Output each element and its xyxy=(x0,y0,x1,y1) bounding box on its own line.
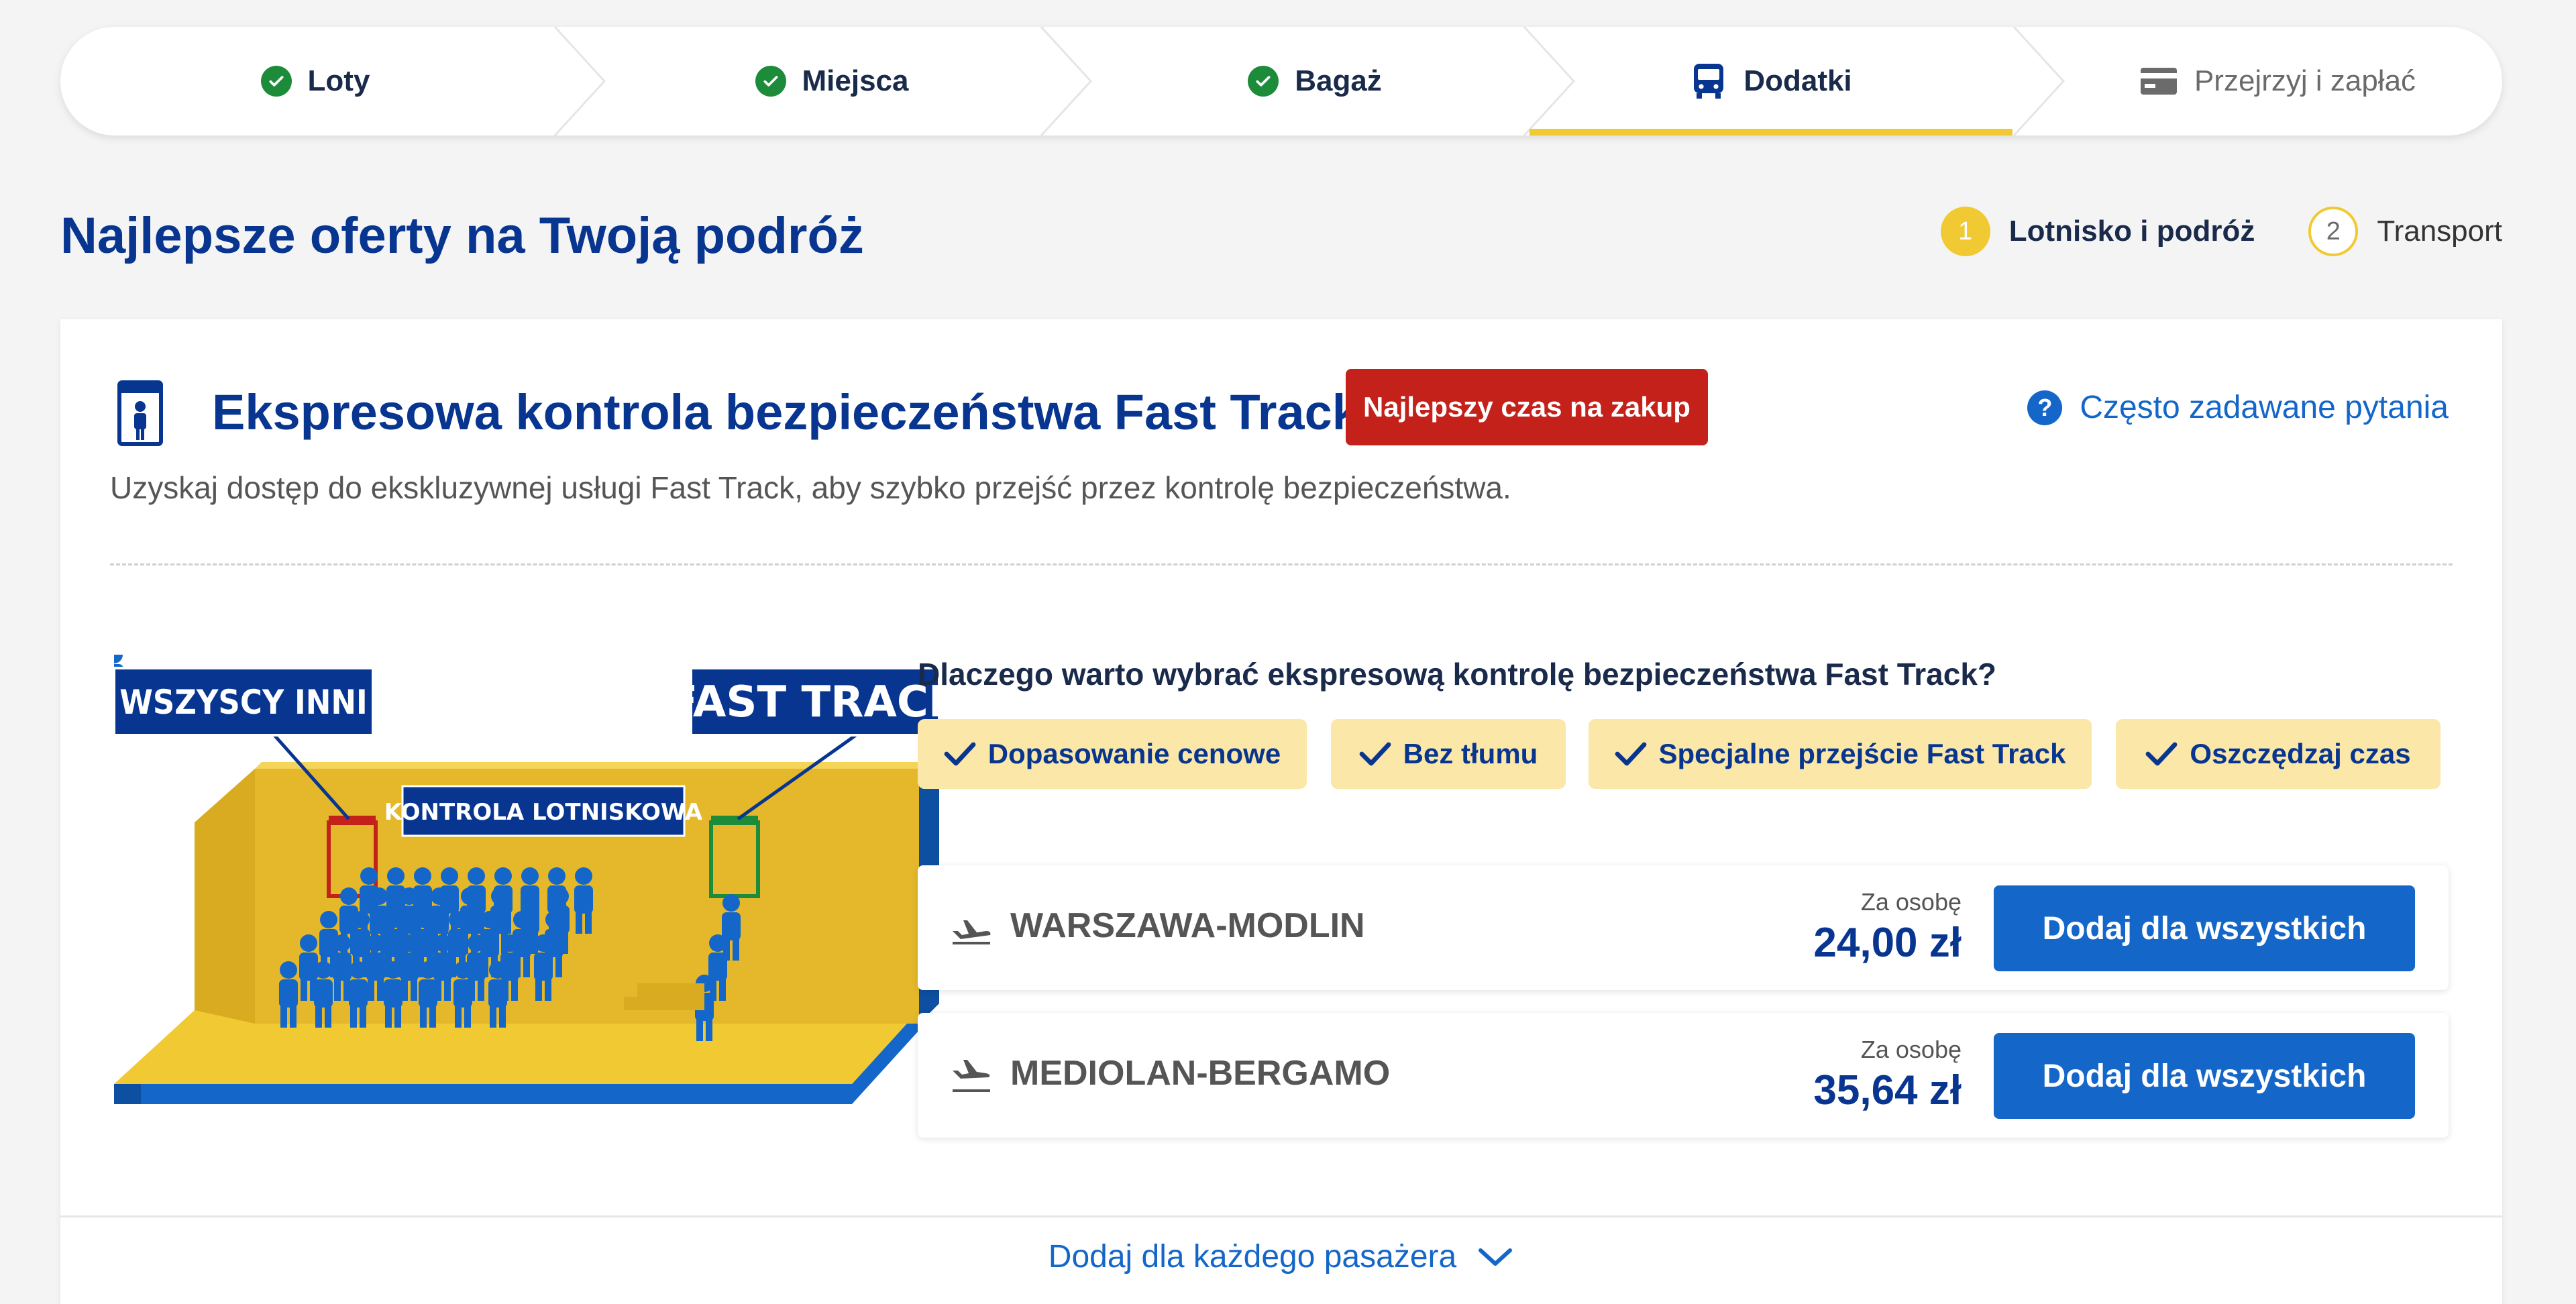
benefit-chip: Dopasowanie cenowe xyxy=(918,719,1307,789)
step-label: Dodatki xyxy=(1743,64,1852,97)
chevron-down-icon xyxy=(1479,1248,1513,1266)
step-loty[interactable]: Loty xyxy=(60,27,570,135)
bus-icon xyxy=(1694,64,1724,99)
substep-number: 1 xyxy=(1940,207,1990,256)
checkmark-icon xyxy=(1615,742,1646,766)
question-icon: ? xyxy=(2027,390,2063,425)
benefit-label: Specjalne przejście Fast Track xyxy=(1658,738,2066,769)
check-circle-icon xyxy=(1248,66,1279,97)
security-gate-icon xyxy=(117,380,163,446)
step-miejsca[interactable]: Miejsca xyxy=(597,27,1067,135)
step-label: Bagaż xyxy=(1295,64,1382,97)
substep-label: Transport xyxy=(2377,215,2502,248)
card-description: Uzyskaj dostęp do ekskluzywnej usługi Fa… xyxy=(110,470,1511,505)
add-per-passenger-toggle[interactable]: Dodaj dla każdego pasażera xyxy=(60,1238,2502,1275)
benefit-chip: Oszczędzaj czas xyxy=(2116,719,2440,789)
plane-icon xyxy=(953,920,991,944)
add-for-all-button[interactable]: Dodaj dla wszystkich xyxy=(1994,1033,2415,1119)
sign-right: FAST TRACK xyxy=(669,677,946,727)
best-time-badge: Najlepszy czas na zakup xyxy=(1346,369,1708,445)
sign-center: KONTROLA LOTNISKOWA xyxy=(384,799,703,826)
fast-track-illustration: WSZYSCY INNI FAST TRACK KONTROLA LOTNISK… xyxy=(114,655,946,1104)
page-title: Najlepsze oferty na Twoją podróż xyxy=(60,207,864,264)
route-name: WARSZAWA-MODLIN xyxy=(1010,906,1365,945)
substep-lotnisko[interactable]: 1 Lotnisko i podróż xyxy=(1940,207,2255,256)
benefit-chip: Bez tłumu xyxy=(1331,719,1566,789)
faq-link[interactable]: ? Często zadawane pytania xyxy=(2027,389,2449,426)
substep-nav: 1 Lotnisko i podróż 2 Transport xyxy=(1887,205,2502,258)
substep-number: 2 xyxy=(2308,207,2359,256)
benefit-label: Oszczędzaj czas xyxy=(2190,738,2411,769)
route-row-waw: WARSZAWA-MODLIN Za osobę 24,00 zł Dodaj … xyxy=(918,865,2449,990)
booking-stepper: Loty Miejsca Bagaż Dodatki Przejrzyj i z… xyxy=(60,27,2502,135)
substep-transport[interactable]: 2 Transport xyxy=(2308,207,2502,256)
why-heading: Dlaczego warto wybrać ekspresową kontrol… xyxy=(918,657,1997,692)
faq-label: Często zadawane pytania xyxy=(2080,390,2449,425)
checkmark-icon xyxy=(1359,742,1391,766)
card-separator xyxy=(60,1215,2502,1217)
route-price: 24,00 zł xyxy=(1813,920,1962,966)
step-label: Loty xyxy=(307,64,370,97)
substep-label: Lotnisko i podróż xyxy=(2008,215,2255,248)
route-price: 35,64 zł xyxy=(1813,1067,1962,1113)
price-per-person-label: Za osobę xyxy=(1860,888,1962,916)
step-dodatki[interactable]: Dodatki xyxy=(1529,27,2012,135)
check-circle-icon xyxy=(755,66,786,97)
benefit-chip: Specjalne przejście Fast Track xyxy=(1589,719,2092,789)
credit-card-icon xyxy=(2140,68,2177,95)
route-row-bgy: MEDIOLAN-BERGAMO Za osobę 35,64 zł Dodaj… xyxy=(918,1013,2449,1138)
dashed-divider xyxy=(110,563,2453,565)
step-bagaz[interactable]: Bagaż xyxy=(1080,27,1550,135)
fast-track-card: Ekspresowa kontrola bezpieczeństwa Fast … xyxy=(60,319,2502,1304)
plane-icon xyxy=(953,1060,990,1092)
benefit-label: Bez tłumu xyxy=(1403,738,1538,769)
check-circle-icon xyxy=(260,66,292,97)
route-name: MEDIOLAN-BERGAMO xyxy=(1010,1054,1391,1093)
expand-label: Dodaj dla każdego pasażera xyxy=(1048,1239,1457,1274)
step-label: Miejsca xyxy=(802,64,909,97)
step-przejrzyj[interactable]: Przejrzyj i zapłać xyxy=(2053,27,2502,135)
step-label: Przejrzyj i zapłać xyxy=(2194,64,2416,97)
benefit-label: Dopasowanie cenowe xyxy=(987,738,1281,769)
checkmark-icon xyxy=(2146,742,2178,766)
card-title: Ekspresowa kontrola bezpieczeństwa Fast … xyxy=(212,384,1360,440)
checkmark-icon xyxy=(944,742,976,766)
price-per-person-label: Za osobę xyxy=(1860,1036,1962,1063)
add-for-all-button[interactable]: Dodaj dla wszystkich xyxy=(1994,885,2415,971)
sign-left: WSZYSCY INNI xyxy=(119,683,368,722)
